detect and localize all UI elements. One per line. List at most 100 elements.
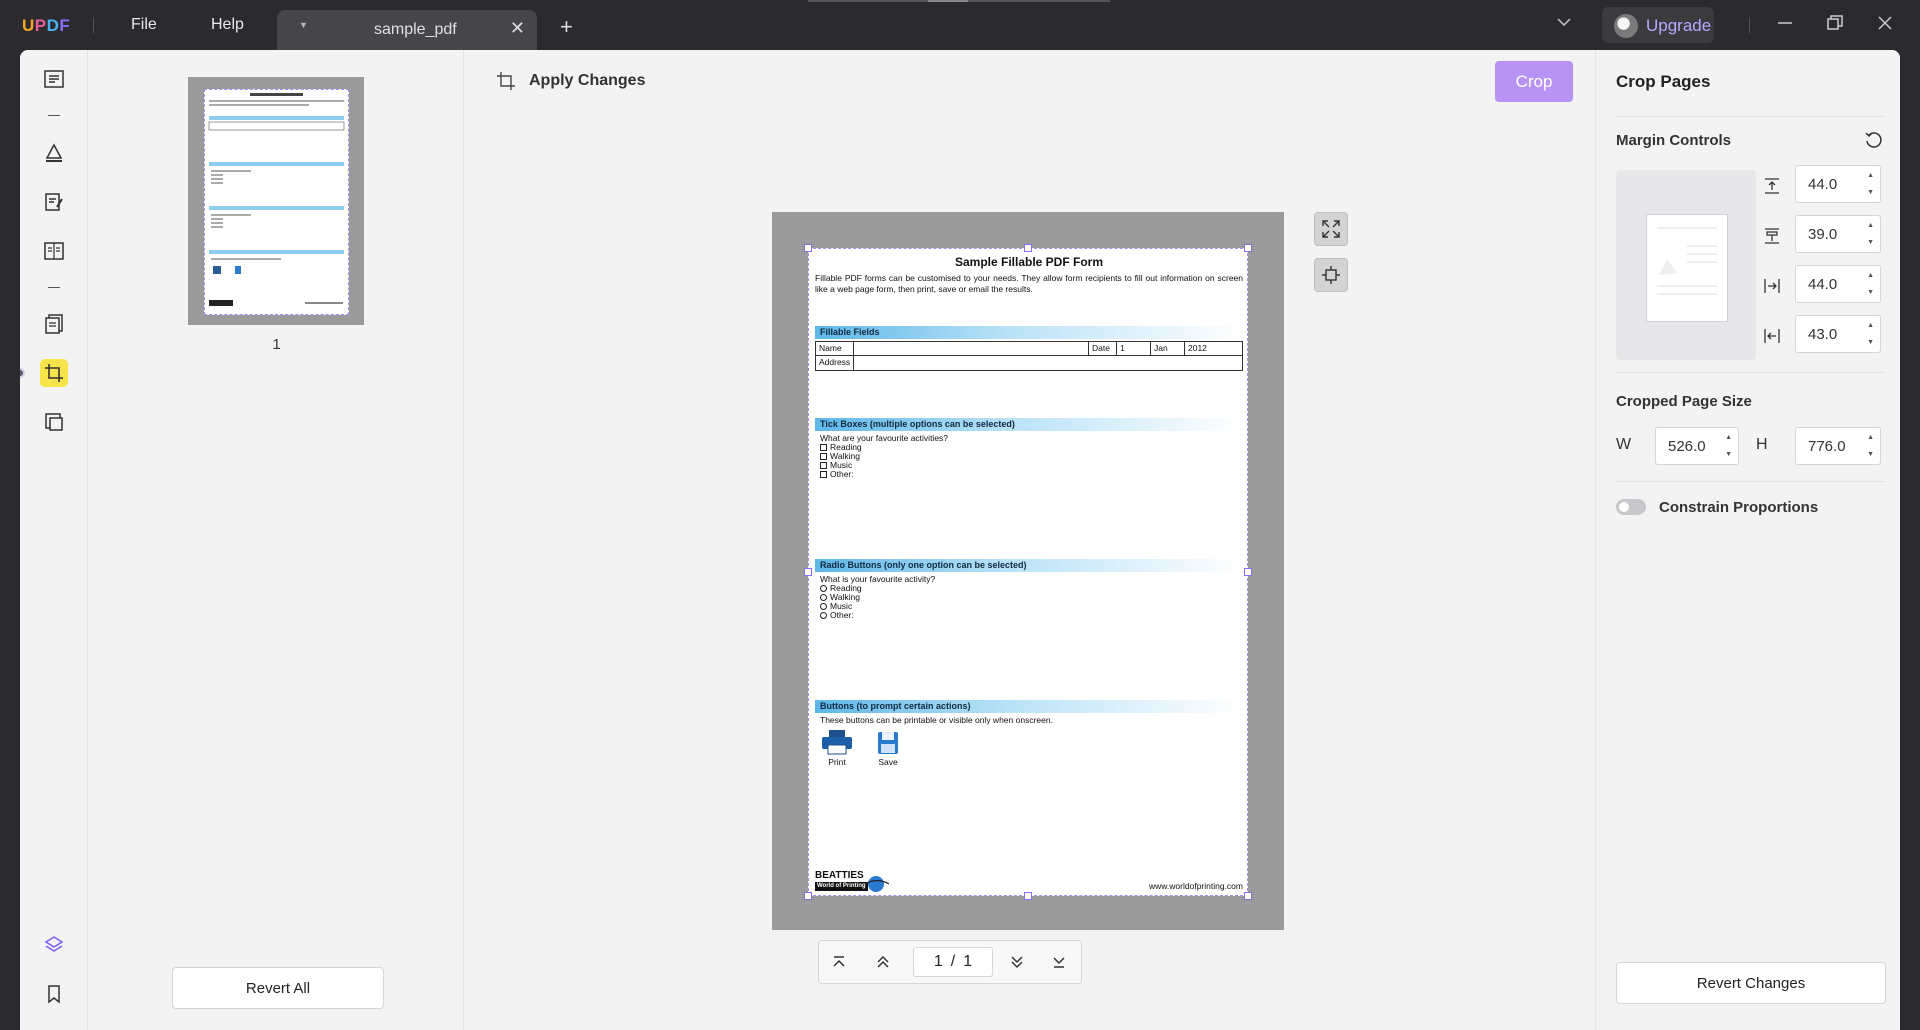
restore-icon[interactable]	[1826, 14, 1844, 37]
title-bar: UPDF File Help ▼ sample_pdf ✕ + Upgrade	[0, 0, 1920, 50]
new-tab-icon[interactable]: +	[560, 14, 573, 40]
logo-text: BEATTIES	[815, 870, 864, 881]
logo-letter: P	[34, 16, 47, 35]
increment-icon[interactable]: ▲	[1867, 434, 1874, 441]
date-month[interactable]: Jan	[1151, 342, 1185, 355]
pdf-intro: Fillable PDF forms can be customised to …	[815, 273, 1243, 294]
fillable-fields-table: Name Date 1 Jan 2012 Address	[815, 341, 1243, 371]
print-button[interactable]: Print	[820, 729, 854, 767]
date-day[interactable]: 1	[1117, 342, 1151, 355]
upgrade-button[interactable]: Upgrade	[1602, 7, 1714, 43]
menu-file[interactable]: File	[131, 16, 157, 34]
auto-crop-icon[interactable]	[1314, 258, 1348, 292]
revert-changes-button[interactable]: Revert Changes	[1616, 962, 1886, 1004]
tab-title: sample_pdf	[374, 21, 457, 38]
margin-right-input[interactable]: 43.0 ▲ ▼	[1795, 315, 1881, 353]
prev-page-icon[interactable]	[873, 952, 893, 972]
page-input[interactable]: 1 / 1	[913, 947, 993, 977]
page-thumbnail[interactable]	[188, 77, 364, 325]
crop-region[interactable]: Sample Fillable PDF Form Fillable PDF fo…	[808, 248, 1248, 896]
layers-icon[interactable]	[40, 931, 68, 959]
crop-button[interactable]: Crop	[1495, 61, 1573, 102]
checkbox-option[interactable]: Other:	[820, 469, 854, 479]
radio-option[interactable]: Other:	[820, 610, 854, 620]
section-header: Fillable Fields	[815, 326, 1243, 339]
increment-icon[interactable]: ▲	[1867, 322, 1874, 329]
crop-tool-icon[interactable]	[40, 359, 68, 387]
increment-icon[interactable]: ▲	[1867, 172, 1874, 179]
close-window-icon[interactable]	[1876, 14, 1894, 37]
increment-icon[interactable]: ▲	[1867, 222, 1874, 229]
date-year[interactable]: 2012	[1185, 342, 1210, 355]
page-tools-icon[interactable]	[40, 310, 68, 338]
decrement-icon[interactable]: ▼	[1867, 189, 1874, 196]
edit-pdf-icon[interactable]	[40, 188, 68, 216]
table-row: Name Date 1 Jan 2012	[816, 342, 1242, 356]
chevron-down-icon[interactable]	[1556, 14, 1572, 35]
next-page-icon[interactable]	[1007, 952, 1027, 972]
page-view: Sample Fillable PDF Form Fillable PDF fo…	[772, 212, 1284, 930]
margin-left-input[interactable]: 44.0 ▲ ▼	[1795, 265, 1881, 303]
close-tab-icon[interactable]: ✕	[510, 18, 525, 39]
width-input[interactable]: 526.0 ▲ ▼	[1655, 427, 1739, 465]
increment-icon[interactable]: ▲	[1725, 434, 1732, 441]
fit-expand-icon[interactable]	[1314, 212, 1348, 246]
checkbox[interactable]	[820, 452, 827, 460]
checkbox[interactable]	[820, 443, 827, 451]
checkbox[interactable]	[820, 470, 827, 478]
thumbnail-page	[204, 89, 349, 315]
pdf-title: Sample Fillable PDF Form	[954, 255, 1104, 269]
document-tab[interactable]: ▼ sample_pdf ✕	[277, 10, 537, 50]
drag-bar	[808, 0, 1110, 2]
checkbox[interactable]	[820, 461, 827, 469]
save-label: Save	[878, 757, 898, 767]
crop-handle-bottom-left[interactable]	[804, 892, 812, 900]
crop-handle-right[interactable]	[1244, 568, 1252, 576]
margin-top-input[interactable]: 44.0 ▲ ▼	[1795, 165, 1881, 203]
reader-icon[interactable]	[40, 65, 68, 93]
crop-handle-bottom[interactable]	[1024, 892, 1032, 900]
bookmark-icon[interactable]	[40, 980, 68, 1008]
menu-help[interactable]: Help	[211, 16, 244, 34]
last-page-icon[interactable]	[1049, 952, 1069, 972]
first-page-icon[interactable]	[829, 952, 849, 972]
divider	[48, 287, 60, 288]
crop-handle-top-left[interactable]	[804, 244, 812, 252]
margin-bottom-input[interactable]: 39.0 ▲ ▼	[1795, 215, 1881, 253]
revert-all-button[interactable]: Revert All	[172, 967, 384, 1009]
name-field[interactable]	[854, 342, 1089, 355]
crop-handle-top[interactable]	[1024, 244, 1032, 252]
radio-button[interactable]	[820, 584, 827, 592]
cropped-page-size-heading: Cropped Page Size	[1616, 393, 1752, 410]
decrement-icon[interactable]: ▼	[1867, 289, 1874, 296]
decrement-icon[interactable]: ▼	[1725, 451, 1732, 458]
comment-icon[interactable]	[40, 138, 68, 166]
radio-button[interactable]	[820, 611, 827, 619]
margin-right-value: 43.0	[1808, 326, 1838, 343]
print-label: Print	[828, 757, 846, 767]
tab-dropdown-icon[interactable]: ▼	[299, 20, 308, 30]
radio-button[interactable]	[820, 602, 827, 610]
address-field[interactable]	[854, 356, 1242, 370]
decrement-icon[interactable]: ▼	[1867, 451, 1874, 458]
protect-icon[interactable]	[40, 408, 68, 436]
crop-handle-left[interactable]	[804, 568, 812, 576]
radio-button[interactable]	[820, 593, 827, 601]
decrement-icon[interactable]: ▼	[1867, 239, 1874, 246]
margin-bottom-value: 39.0	[1808, 226, 1838, 243]
logo-subtext: World of Printing	[815, 882, 868, 891]
constrain-proportions-toggle[interactable]	[1616, 499, 1646, 515]
crop-handle-bottom-right[interactable]	[1244, 892, 1252, 900]
divider	[48, 115, 60, 116]
apply-changes-button[interactable]: Apply Changes	[495, 70, 645, 92]
margin-controls-heading: Margin Controls	[1616, 132, 1731, 149]
height-input[interactable]: 776.0 ▲ ▼	[1795, 427, 1881, 465]
organize-icon[interactable]	[40, 237, 68, 265]
reset-icon[interactable]	[1864, 130, 1884, 155]
save-button[interactable]: Save	[877, 731, 899, 767]
minimize-icon[interactable]	[1776, 14, 1794, 37]
buttons-text: These buttons can be printable or visibl…	[820, 715, 1053, 725]
increment-icon[interactable]: ▲	[1867, 272, 1874, 279]
crop-handle-top-right[interactable]	[1244, 244, 1252, 252]
decrement-icon[interactable]: ▼	[1867, 339, 1874, 346]
